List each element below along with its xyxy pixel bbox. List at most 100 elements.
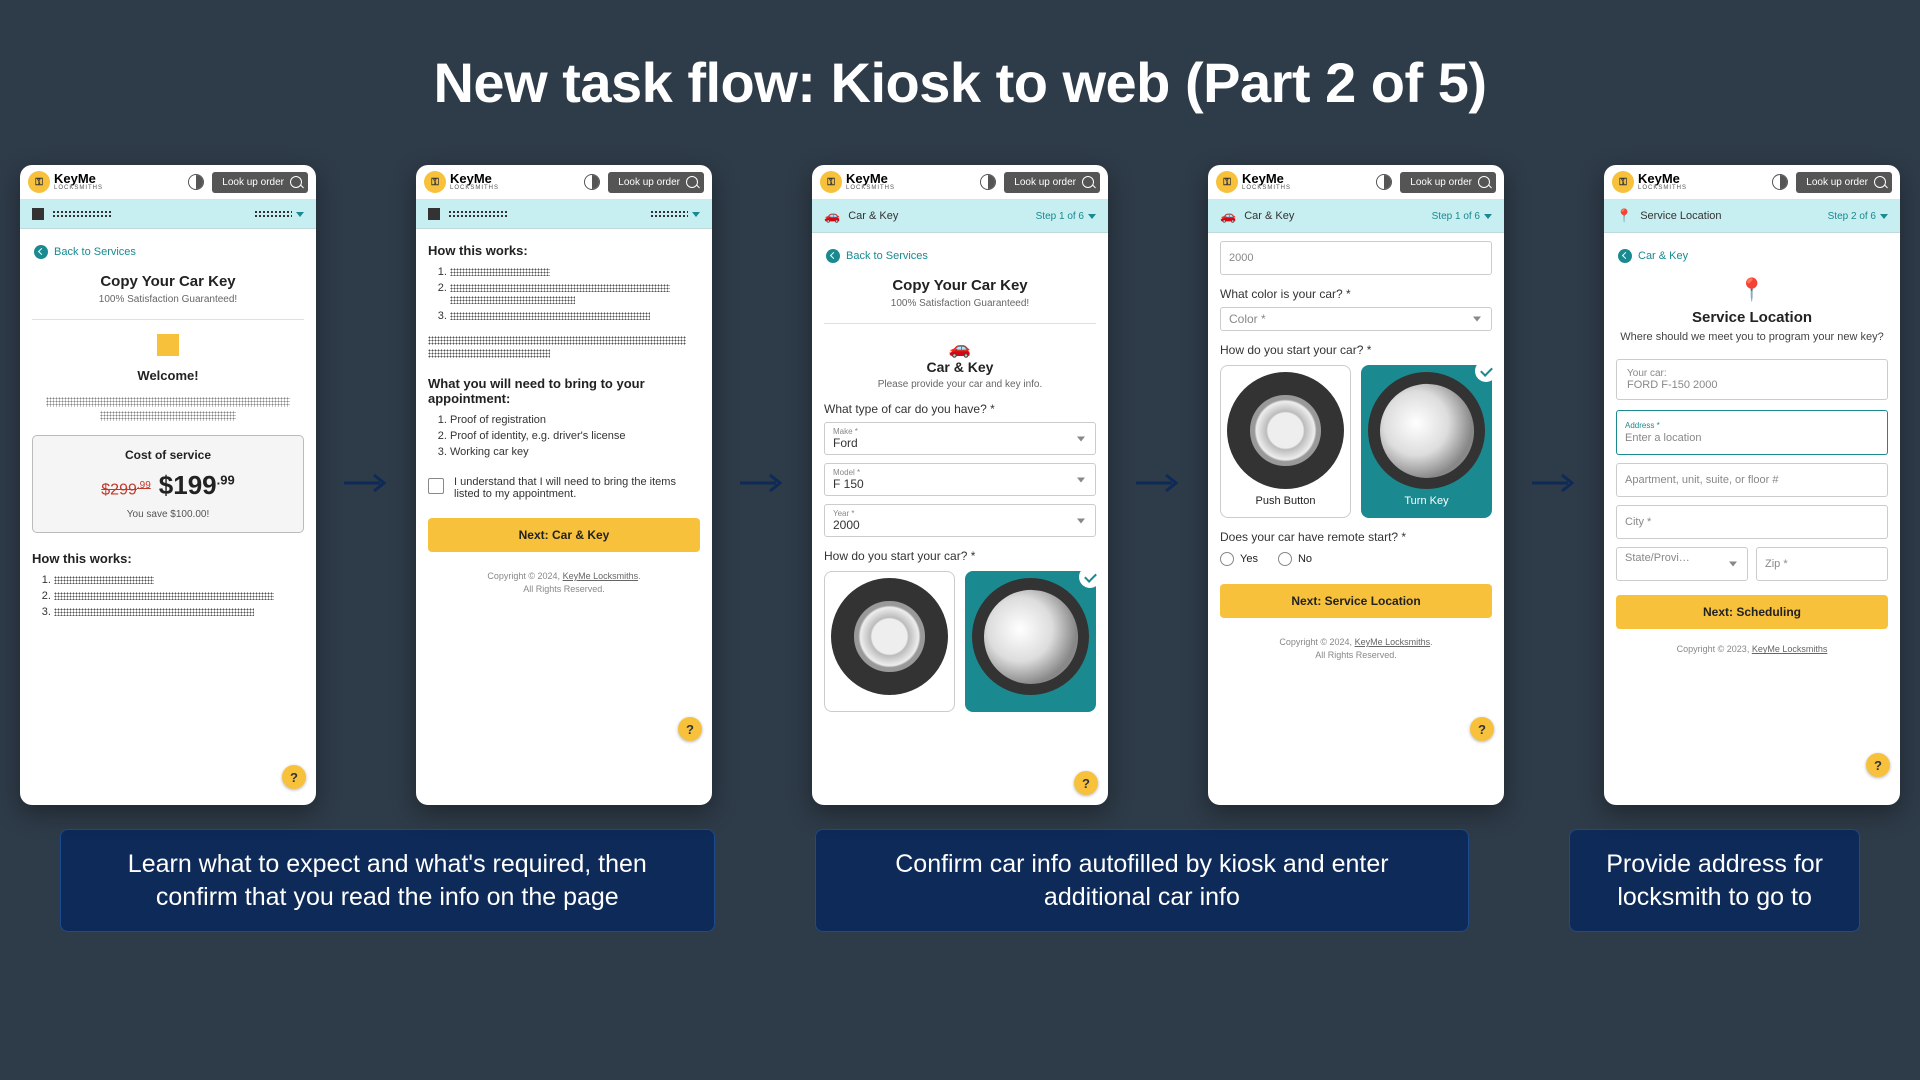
help-fab[interactable]: ? [1866,753,1890,777]
section-title: Service Location [1616,309,1888,326]
next-service-location-button[interactable]: Next: Service Location [1220,584,1492,618]
lookup-order-button[interactable]: Look up order [1400,172,1496,193]
car-icon: 🚗 [1220,208,1236,224]
phone-2: ⚿KeyMeLOCKSMITHS Look up order How this … [416,165,712,805]
year-input-partial[interactable]: 2000 [1220,241,1492,275]
theme-toggle-icon[interactable] [1772,174,1788,190]
page-title: Copy Your Car Key [32,273,304,290]
bring-item: Working car key [450,446,700,458]
turn-key-card[interactable]: Turn Key [1361,365,1492,518]
footer-company-link[interactable]: KeyMe Locksmiths [1752,644,1828,654]
cost-box: Cost of service $299.99 $199.99 You save… [32,435,304,533]
acknowledge-row[interactable]: I understand that I will need to bring t… [428,476,700,500]
make-select[interactable]: Make *Ford [824,422,1096,455]
chevron-down-icon [1880,214,1888,219]
phone-header: ⚿KeyMeLOCKSMITHS Look up order [1208,165,1504,200]
help-fab[interactable]: ? [282,765,306,789]
footer: Copyright © 2023, KeyMe Locksmiths [1616,639,1888,666]
check-icon [1475,360,1497,382]
phone-1: ⚿ KeyMe LOCKSMITHS Look up order [20,165,316,805]
back-car-key-link[interactable]: Car & Key [1618,249,1888,263]
brand-logo[interactable]: ⚿ KeyMe LOCKSMITHS [28,171,103,193]
push-button-card[interactable]: Push Button [1220,365,1351,518]
phone-3: ⚿KeyMeLOCKSMITHS Look up order 🚗Car & Ke… [812,165,1108,805]
brand-subtext: LOCKSMITHS [54,185,103,191]
key-icon: ⚿ [1216,171,1238,193]
savings-text: You save $100.00! [45,509,291,520]
city-input[interactable]: City * [1616,505,1888,539]
model-select[interactable]: Model *F 150 [824,463,1096,496]
year-select[interactable]: Year *2000 [824,504,1096,537]
caption-row: Learn what to expect and what's required… [60,829,1860,932]
footer-company-link[interactable]: KeyMe Locksmiths [563,571,639,581]
flow-arrow-icon [344,471,388,500]
chevron-down-icon [692,212,700,217]
flow-arrow-icon [1136,471,1180,500]
col-2: ⚿KeyMeLOCKSMITHS Look up order How this … [416,165,712,805]
turn-key-card[interactable] [965,571,1096,712]
next-car-key-button[interactable]: Next: Car & Key [428,518,700,552]
theme-toggle-icon[interactable] [584,174,600,190]
remote-no-radio[interactable]: No [1278,552,1312,566]
key-icon: ⚿ [28,171,50,193]
placeholder-icon [32,208,44,220]
brand-logo[interactable]: ⚿KeyMeLOCKSMITHS [1612,171,1687,193]
next-scheduling-button[interactable]: Next: Scheduling [1616,595,1888,629]
back-to-services-link[interactable]: Back to Services [826,249,1096,263]
back-arrow-icon [1618,249,1632,263]
breadcrumb-bar: 📍Service Location Step 2 of 6 [1604,200,1900,233]
help-fab[interactable]: ? [678,717,702,741]
caption-2: Confirm car info autofilled by kiosk and… [815,829,1470,932]
help-fab[interactable]: ? [1074,771,1098,795]
theme-toggle-icon[interactable] [188,174,204,190]
remote-yes-radio[interactable]: Yes [1220,552,1258,566]
chevron-down-icon [296,212,304,217]
phone-header: ⚿ KeyMe LOCKSMITHS Look up order [20,165,316,200]
step-dropdown[interactable] [650,210,700,218]
apt-input[interactable]: Apartment, unit, suite, or floor # [1616,463,1888,497]
lookup-order-button[interactable]: Look up order [1796,172,1892,193]
question-color: What color is your car? * [1220,287,1492,301]
col-1: ⚿ KeyMe LOCKSMITHS Look up order [20,165,316,805]
section-title: Car & Key [824,359,1096,375]
footer: Copyright © 2024, KeyMe Locksmiths.All R… [428,562,700,605]
checkbox-icon[interactable] [428,478,444,494]
step-dropdown[interactable] [254,210,304,218]
lookup-order-button[interactable]: Look up order [1004,172,1100,193]
phone-4: ⚿KeyMeLOCKSMITHS Look up order 🚗Car & Ke… [1208,165,1504,805]
footer-company-link[interactable]: KeyMe Locksmiths [1355,637,1431,647]
question-start: How do you start your car? * [1220,343,1492,357]
question-car-type: What type of car do you have? * [824,402,1096,416]
address-input[interactable]: Address *Enter a location [1616,410,1888,455]
chevron-down-icon [1484,214,1492,219]
theme-toggle-icon[interactable] [1376,174,1392,190]
steps-list-placeholder [32,574,304,618]
brand-logo[interactable]: ⚿KeyMeLOCKSMITHS [424,171,499,193]
breadcrumb-bar: 🚗Car & Key Step 1 of 6 [1208,200,1504,233]
back-to-services-link[interactable]: Back to Services [34,245,304,259]
page-subtitle: 100% Satisfaction Guaranteed! [32,294,304,305]
lookup-order-button[interactable]: Look up order [608,172,704,193]
color-select[interactable]: Color * [1220,307,1492,331]
brand-logo[interactable]: ⚿KeyMeLOCKSMITHS [1216,171,1291,193]
theme-toggle-icon[interactable] [980,174,996,190]
lookup-order-button[interactable]: Look up order [212,172,308,193]
step-dropdown[interactable]: Step 1 of 6 [1036,211,1096,222]
push-button-card[interactable] [824,571,955,712]
caption-1: Learn what to expect and what's required… [60,829,715,932]
bring-item: Proof of identity, e.g. driver's license [450,430,700,442]
zip-input[interactable]: Zip * [1756,547,1888,581]
help-fab[interactable]: ? [1470,717,1494,741]
screens-row: ⚿ KeyMe LOCKSMITHS Look up order [60,165,1860,805]
placeholder-icon [428,208,440,220]
state-select[interactable]: State/Provi… [1616,547,1748,581]
phone-header: ⚿KeyMeLOCKSMITHS Look up order [416,165,712,200]
new-price: $199.99 [159,470,235,501]
step-dropdown[interactable]: Step 2 of 6 [1828,211,1888,222]
col-5: ⚿KeyMeLOCKSMITHS Look up order 📍Service … [1604,165,1900,805]
step-dropdown[interactable]: Step 1 of 6 [1432,211,1492,222]
key-icon: ⚿ [424,171,446,193]
page-title: Copy Your Car Key [824,277,1096,294]
section-subtitle: Please provide your car and key info. [824,379,1096,390]
brand-logo[interactable]: ⚿KeyMeLOCKSMITHS [820,171,895,193]
